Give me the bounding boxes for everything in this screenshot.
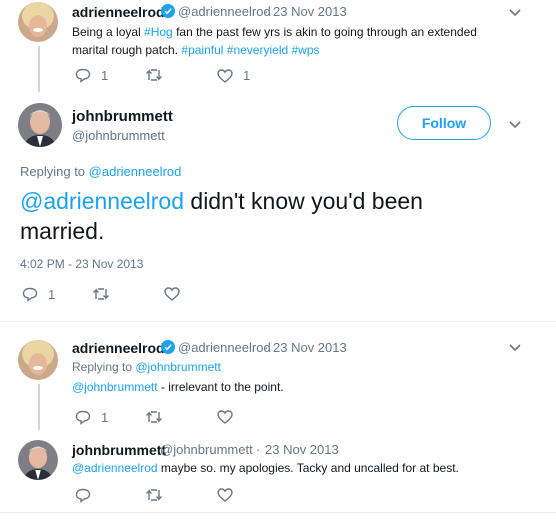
author-handle[interactable]: @adrienneelrod xyxy=(178,4,271,19)
replying-to: Replying to @adrienneelrod xyxy=(20,164,182,179)
verified-badge-icon xyxy=(161,340,175,354)
tweet-text: @adrienneelrod didn't know you'd been ma… xyxy=(20,188,423,244)
mention-link[interactable]: @adrienneelrod xyxy=(72,461,158,475)
tweet-date[interactable]: 23 Nov 2013 xyxy=(265,442,339,457)
retweet-button[interactable] xyxy=(92,287,110,301)
retweet-icon xyxy=(145,68,163,82)
reply-button[interactable] xyxy=(75,488,91,503)
author-name[interactable]: adrienneelrod xyxy=(72,340,165,356)
follow-button[interactable]: Follow xyxy=(397,106,491,140)
heart-icon xyxy=(217,68,233,83)
replying-to-handle[interactable]: @johnbrummett xyxy=(135,360,221,374)
author-name[interactable]: johnbrummett xyxy=(72,108,173,125)
heart-icon xyxy=(164,287,180,301)
like-button[interactable] xyxy=(217,488,233,502)
dot-separator: · xyxy=(256,442,261,457)
author-handle[interactable]: @adrienneelrod xyxy=(178,340,271,355)
author-handle[interactable]: @johnbrummett xyxy=(160,442,253,457)
hashtag-neveryield[interactable]: #neveryield xyxy=(227,43,288,57)
chevron-down-icon[interactable] xyxy=(508,120,522,130)
like-button[interactable]: 1 xyxy=(217,68,250,83)
reply-count: 1 xyxy=(101,410,109,425)
mention-link[interactable]: @johnbrummett xyxy=(72,380,158,394)
author-handle[interactable]: @johnbrummett xyxy=(72,128,165,143)
reply-icon xyxy=(75,68,91,83)
avatar-johnbrummett[interactable] xyxy=(18,103,62,147)
thread-line xyxy=(38,46,40,92)
retweet-icon xyxy=(145,488,163,502)
divider xyxy=(0,321,556,322)
reply-icon xyxy=(22,287,38,302)
like-button[interactable] xyxy=(164,287,180,301)
reply-count: 1 xyxy=(101,68,109,83)
reply-button[interactable]: 1 xyxy=(22,287,55,302)
reply-button[interactable]: 1 xyxy=(75,410,108,425)
thread-line xyxy=(38,384,40,430)
tweet-text: @adrienneelrod maybe so. my apologies. T… xyxy=(72,461,459,475)
avatar-johnbrummett[interactable] xyxy=(18,440,58,480)
hashtag-painful[interactable]: #painful xyxy=(181,43,223,57)
retweet-button[interactable] xyxy=(145,488,163,502)
tweet-date[interactable]: 23 Nov 2013 xyxy=(273,4,347,19)
like-button[interactable] xyxy=(217,410,233,424)
heart-icon xyxy=(217,410,233,424)
chevron-down-icon[interactable] xyxy=(508,8,522,18)
reply-count: 1 xyxy=(48,287,56,302)
verified-badge-icon xyxy=(161,4,175,18)
retweet-button[interactable] xyxy=(145,68,163,82)
reply-button[interactable]: 1 xyxy=(75,68,108,83)
author-name[interactable]: johnbrummett xyxy=(72,442,166,458)
tweet-text: @johnbrummett - irrelevant to the point. xyxy=(72,380,284,394)
avatar-adrienneelrod[interactable] xyxy=(18,340,58,380)
tweet-date[interactable]: 23 Nov 2013 xyxy=(273,340,347,355)
reply-icon xyxy=(75,410,91,425)
retweet-button[interactable] xyxy=(145,410,163,424)
divider xyxy=(0,512,556,513)
tweet-timestamp[interactable]: 4:02 PM - 23 Nov 2013 xyxy=(20,257,143,271)
replying-to-handle[interactable]: @adrienneelrod xyxy=(89,164,182,179)
reply-icon xyxy=(75,488,91,503)
hashtag-wps[interactable]: #wps xyxy=(292,43,320,57)
heart-icon xyxy=(217,488,233,502)
chevron-down-icon[interactable] xyxy=(508,343,522,353)
replying-to: Replying to @johnbrummett xyxy=(72,360,221,374)
dot-separator: · xyxy=(264,340,269,355)
avatar-adrienneelrod[interactable] xyxy=(18,2,58,42)
mention-link[interactable]: @adrienneelrod xyxy=(20,188,184,214)
tweet-text: Being a loyal #Hog fan the past few yrs … xyxy=(72,25,477,57)
retweet-icon xyxy=(145,410,163,424)
like-count: 1 xyxy=(243,68,251,83)
retweet-icon xyxy=(92,287,110,301)
dot-separator: · xyxy=(264,4,269,19)
hashtag-hog[interactable]: #Hog xyxy=(144,25,173,39)
author-name[interactable]: adrienneelrod xyxy=(72,4,165,20)
